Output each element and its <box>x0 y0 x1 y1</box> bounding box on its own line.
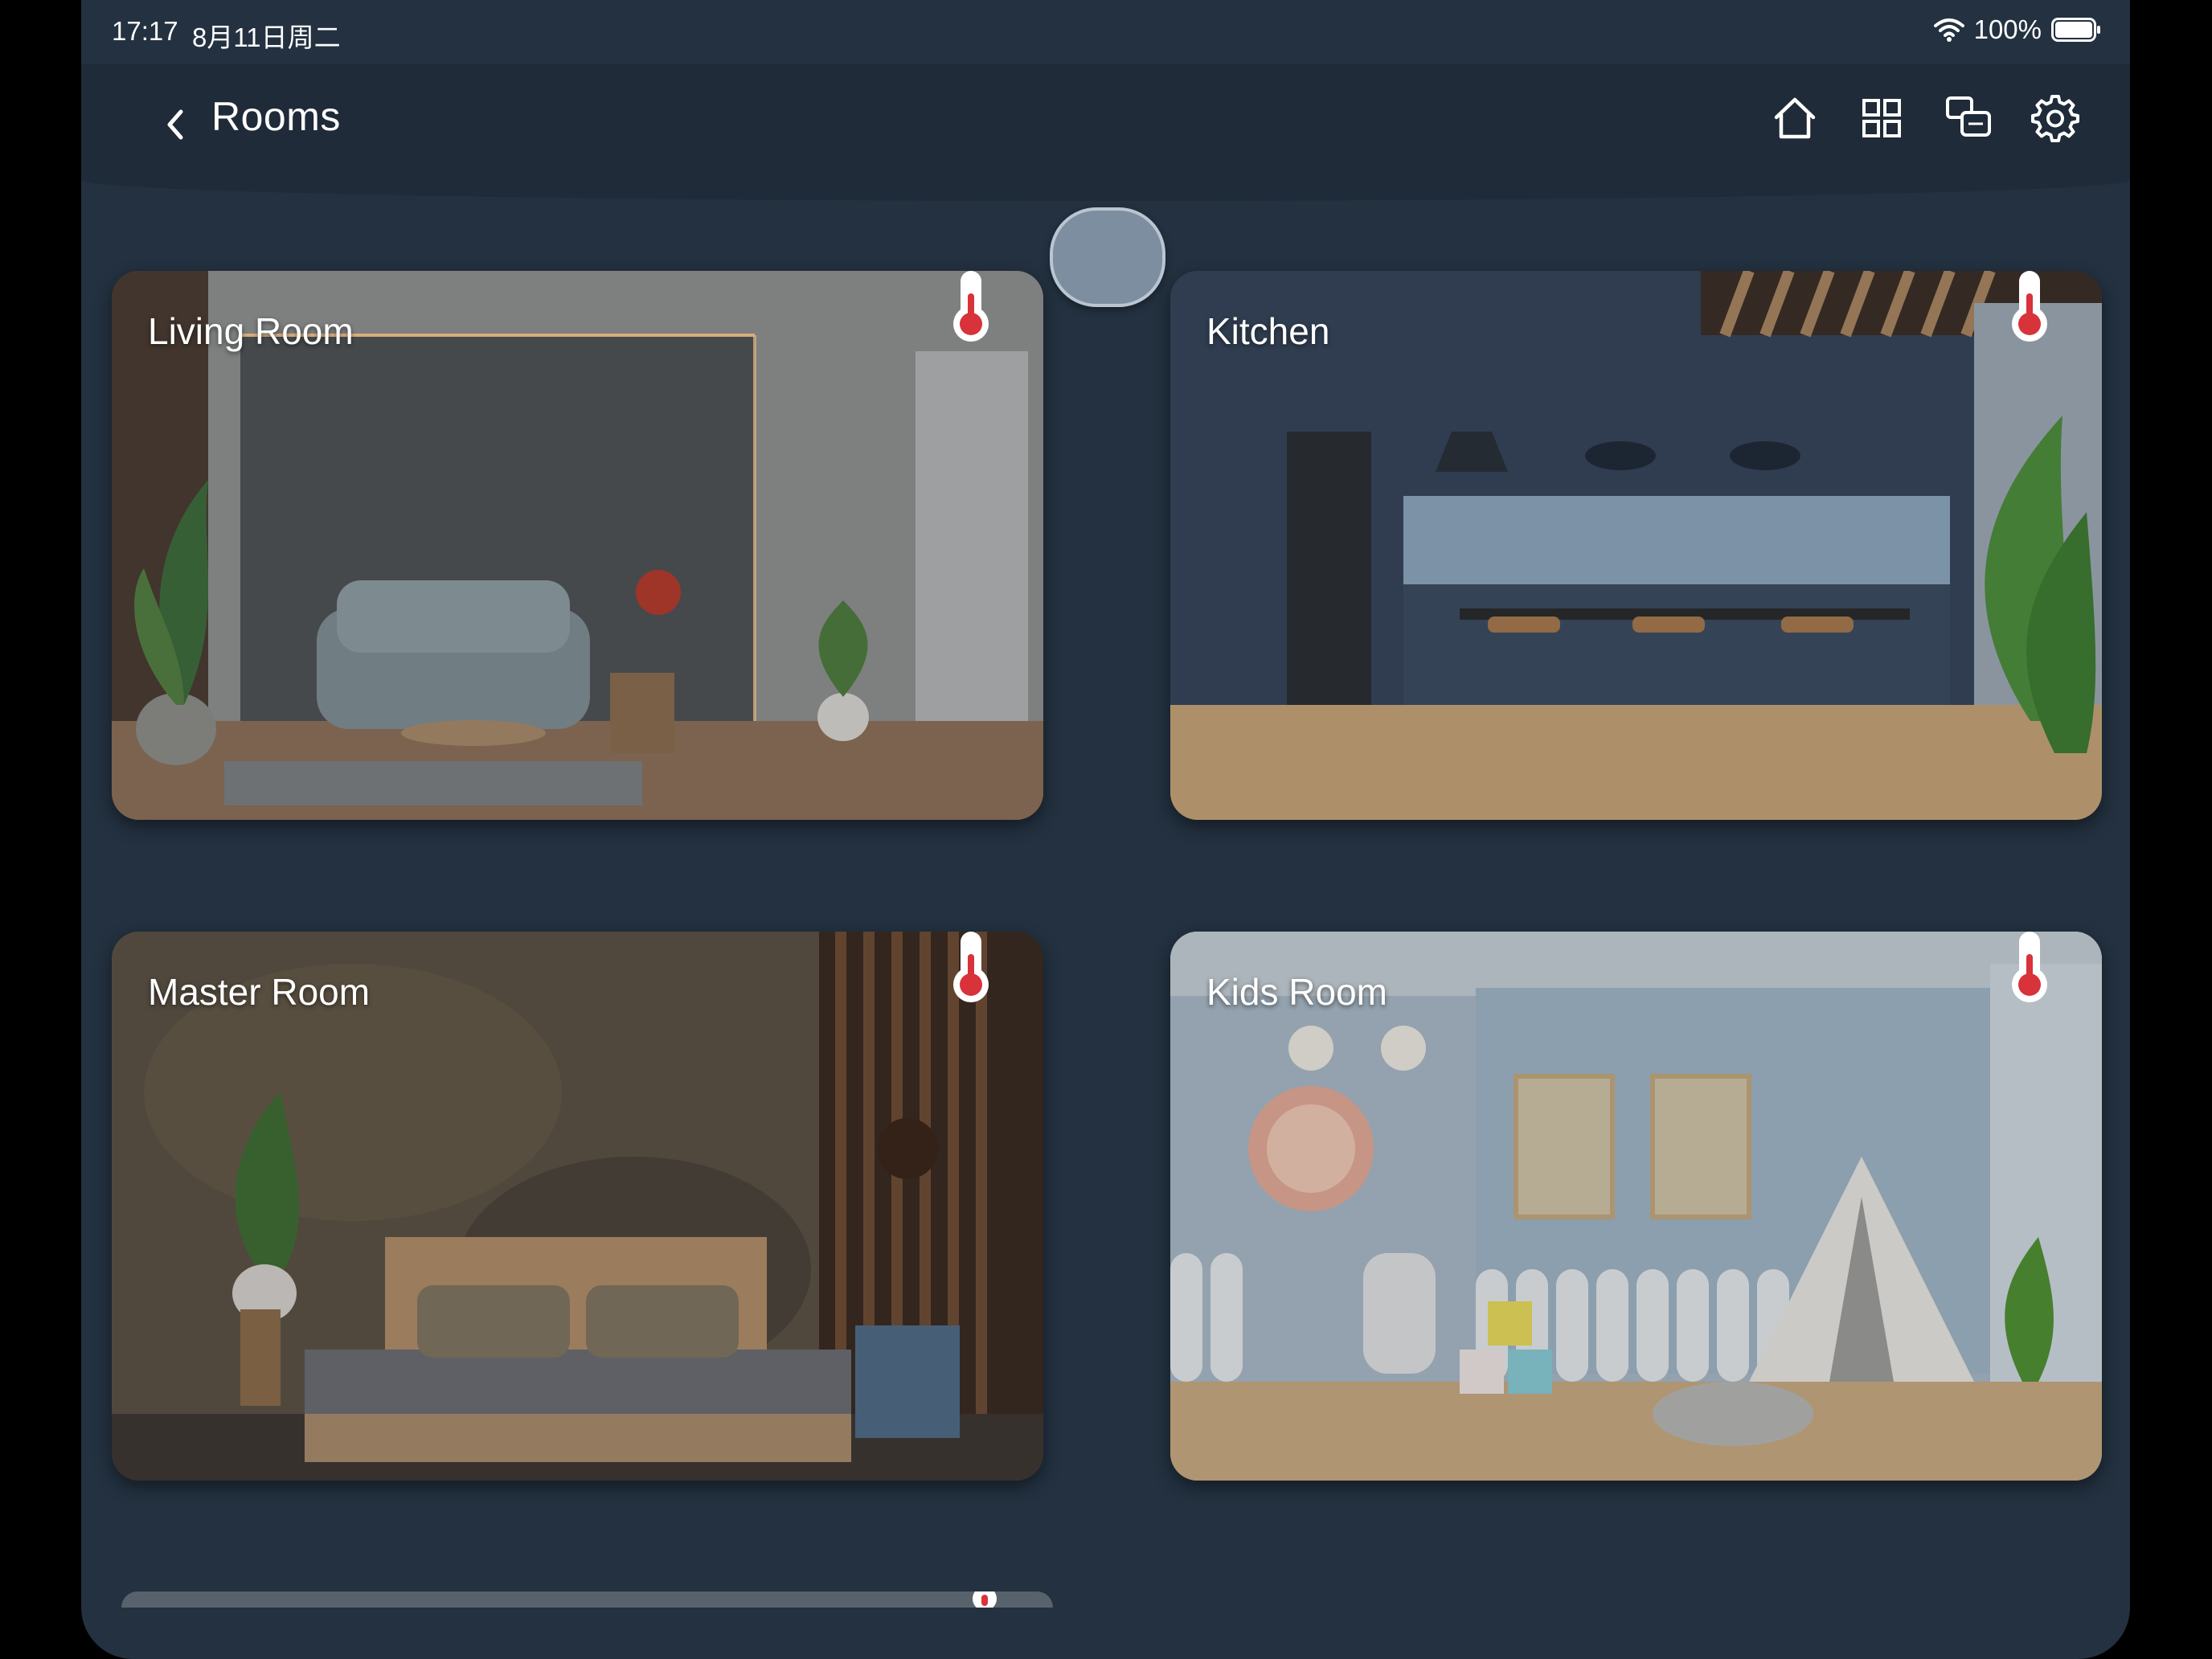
status-time: 17:17 <box>112 16 178 46</box>
chevron-left-icon <box>167 109 183 140</box>
room-card-living-room[interactable]: Living Room <box>112 271 1043 820</box>
home-button[interactable] <box>1765 88 1825 148</box>
room-name: Living Room <box>148 310 354 352</box>
back-button[interactable] <box>147 96 203 153</box>
room-name: Kids Room <box>1206 971 1387 1013</box>
thermometer-icon[interactable] <box>947 932 995 1006</box>
status-bar: 17:17 8月11日周二 100% <box>81 0 2130 64</box>
room-card-kitchen[interactable]: Kitchen <box>1170 271 2102 820</box>
grid-button[interactable] <box>1852 88 1911 148</box>
card-overlay <box>112 932 1043 1481</box>
devices-icon <box>1946 96 1991 137</box>
status-indicators: 100% <box>1933 14 2101 45</box>
battery-icon <box>2051 18 2100 42</box>
battery-percent: 100% <box>1973 14 2042 44</box>
thermometer-icon[interactable] <box>947 271 995 345</box>
status-date: 8月11日周二 <box>192 23 341 52</box>
home-icon <box>1774 97 1816 139</box>
room-card-master-room[interactable]: Master Room <box>112 932 1043 1481</box>
room-name: Kitchen <box>1206 310 1330 352</box>
room-card-partial[interactable] <box>121 1591 1053 1608</box>
grid-icon <box>1862 99 1901 137</box>
thermometer-icon[interactable] <box>2005 932 2054 1006</box>
gear-icon <box>2031 95 2079 142</box>
thermometer-icon[interactable] <box>2005 271 2054 345</box>
devices-button[interactable] <box>1939 88 1998 148</box>
header-actions <box>1765 88 2085 148</box>
drag-handle[interactable] <box>1050 207 1165 307</box>
page-title: Rooms <box>211 94 341 139</box>
app-screen: 17:17 8月11日周二 100% Rooms Living Room Kit… <box>81 0 2130 1659</box>
card-overlay <box>1170 932 2102 1481</box>
card-overlay <box>1170 271 2102 820</box>
room-name: Master Room <box>148 971 371 1013</box>
wifi-icon <box>1933 18 1964 42</box>
thermometer-icon <box>973 1591 997 1608</box>
room-card-kids-room[interactable]: Kids Room <box>1170 932 2102 1481</box>
header-bar: Rooms <box>81 64 2130 201</box>
card-overlay <box>112 271 1043 820</box>
settings-button[interactable] <box>2026 88 2085 148</box>
